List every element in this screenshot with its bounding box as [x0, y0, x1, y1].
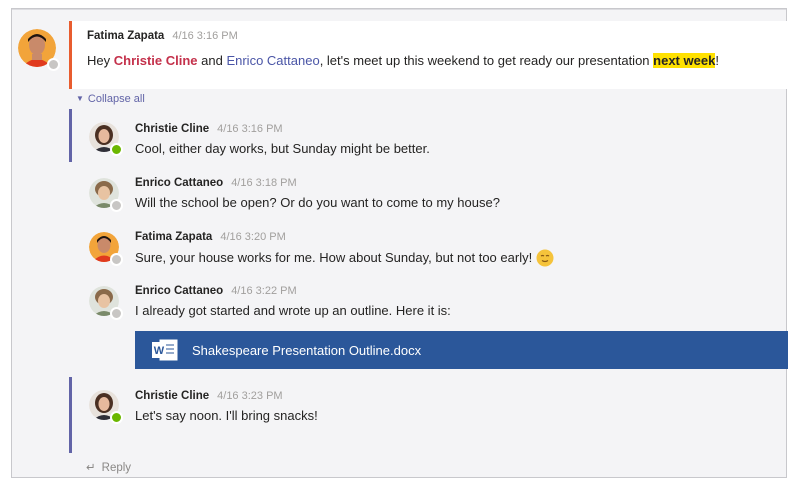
divider	[12, 9, 786, 10]
message-body: Sure, your house works for me. How about…	[135, 249, 554, 270]
message-body: Will the school be open? Or do you want …	[135, 195, 500, 210]
sender-name[interactable]: Fatima Zapata	[87, 30, 164, 42]
timestamp: 4/16 3:16 PM	[172, 30, 238, 42]
message-text: !	[715, 53, 719, 68]
presence-indicator	[110, 199, 123, 212]
sender-name[interactable]: Christie Cline	[135, 123, 209, 135]
timestamp: 4/16 3:16 PM	[217, 123, 283, 135]
chevron-down-icon: ▼	[76, 94, 84, 103]
reply-label: Reply	[101, 462, 132, 474]
message-header: Fatima Zapata 4/16 3:20 PM	[135, 231, 286, 243]
message-body: Cool, either day works, but Sunday might…	[135, 141, 430, 156]
timestamp: 4/16 3:20 PM	[220, 231, 286, 243]
reply-button[interactable]: ↵ Reply	[86, 460, 131, 474]
message-text: and	[197, 53, 227, 68]
attachment-file-name: Shakespeare Presentation Outline.docx	[192, 342, 422, 358]
thread-indicator	[69, 377, 72, 453]
timestamp: 4/16 3:22 PM	[231, 285, 297, 297]
highlighted-text: next week	[653, 53, 716, 68]
message-header: Christie Cline 4/16 3:23 PM	[135, 390, 283, 402]
message-body: Hey Christie Cline and Enrico Cattaneo, …	[87, 53, 719, 68]
message-header: Fatima Zapata 4/16 3:16 PM	[87, 30, 238, 42]
svg-text:W: W	[154, 345, 165, 357]
timestamp: 4/16 3:18 PM	[231, 177, 297, 189]
message-header: Enrico Cattaneo 4/16 3:22 PM	[135, 285, 297, 297]
sender-name[interactable]: Enrico Cattaneo	[135, 285, 223, 297]
message-text: Hey	[87, 53, 114, 68]
presence-indicator	[110, 143, 123, 156]
message-text: Sure, your house works for me. How about…	[135, 250, 533, 265]
message-header: Enrico Cattaneo 4/16 3:18 PM	[135, 177, 297, 189]
sender-name[interactable]: Christie Cline	[135, 390, 209, 402]
root-message[interactable]: Fatima Zapata 4/16 3:16 PM Hey Christie C…	[69, 21, 788, 89]
message-header: Christie Cline 4/16 3:16 PM	[135, 123, 283, 135]
file-attachment[interactable]: W Shakespeare Presentation Outline.docx	[135, 331, 788, 369]
conversation-frame: Fatima Zapata 4/16 3:16 PM Hey Christie C…	[11, 8, 788, 478]
reply-arrow-icon: ↵	[86, 462, 96, 474]
word-document-icon: W	[152, 339, 178, 361]
mention-enrico[interactable]: Enrico Cattaneo	[226, 53, 319, 68]
message-text: , let's meet up this weekend to get read…	[319, 53, 654, 68]
presence-indicator	[110, 411, 123, 424]
thread-indicator	[69, 109, 72, 162]
timestamp: 4/16 3:23 PM	[217, 390, 283, 402]
presence-indicator	[110, 307, 123, 320]
presence-indicator	[110, 253, 123, 266]
mention-christie[interactable]: Christie Cline	[114, 53, 198, 68]
sender-name[interactable]: Fatima Zapata	[135, 231, 212, 243]
collapse-label: Collapse all	[87, 93, 145, 105]
smiling-face-emoji	[536, 249, 554, 270]
collapse-all-button[interactable]: ▼ Collapse all	[76, 93, 145, 105]
message-body: Let's say noon. I'll bring snacks!	[135, 408, 318, 423]
sender-name[interactable]: Enrico Cattaneo	[135, 177, 223, 189]
presence-indicator	[47, 58, 60, 71]
message-body: I already got started and wrote up an ou…	[135, 303, 451, 318]
